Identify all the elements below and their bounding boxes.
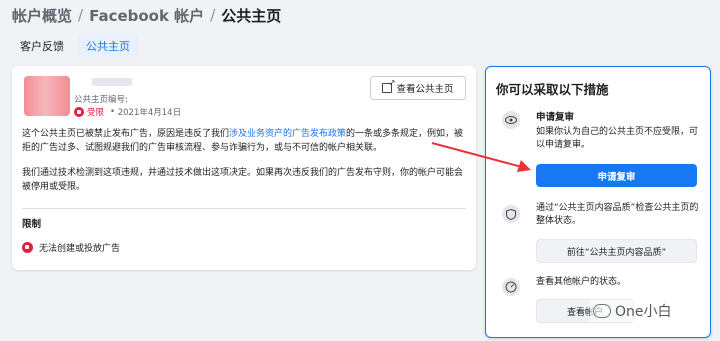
page-status-card: 公共主页编号: 受限 • 2021年4月14日 查看公共主页 这个公共主页已被禁… xyxy=(12,66,476,270)
eye-icon xyxy=(502,111,520,129)
breadcrumb-current-page: 公共主页 xyxy=(221,6,282,25)
chat-bubble-icon xyxy=(593,304,611,318)
breadcrumb-separator: / xyxy=(210,6,216,24)
gauge-icon xyxy=(502,278,520,296)
breadcrumb-facebook-account[interactable]: Facebook 帐户 xyxy=(89,5,204,26)
view-page-button-label: 查看公共主页 xyxy=(396,84,454,95)
violation-description: 这个公共主页已被禁止发布广告，原因是违反了我们涉及业务资产的广告发布政策的一条或… xyxy=(22,127,466,155)
tab-feedback[interactable]: 客户反馈 xyxy=(12,34,72,58)
page-name-redacted xyxy=(92,78,132,86)
status-bullet: • xyxy=(110,107,118,117)
appeal-heading: 申请复审 xyxy=(536,112,575,123)
violation-text-start: 这个公共主页已被禁止发布广告，原因是违反了我们 xyxy=(22,129,230,139)
page-id-label: 公共主页编号: xyxy=(74,95,128,105)
status-date: 2021年4月14日 xyxy=(117,108,182,118)
restricted-lock-icon xyxy=(74,107,84,117)
page-quality-button[interactable]: 前往“公共主页内容品质” xyxy=(536,239,697,263)
detection-notice: 我们通过技术检测到这项违规，并通过技术做出这项决定。如果再次违反我们的广告发布守… xyxy=(22,168,464,192)
watermark: One小白 xyxy=(590,300,675,322)
view-page-button[interactable]: 查看公共主页 xyxy=(370,76,466,100)
quality-description: 通过“公共主页内容品质”检查公共主页的整体状态。 xyxy=(536,203,699,226)
page-avatar xyxy=(24,76,70,116)
ad-policy-link[interactable]: 涉及业务资产的广告发布政策 xyxy=(229,129,346,139)
status-badge: 受限 xyxy=(87,108,105,118)
breadcrumb: 帐户概览 / Facebook 帐户 / 公共主页 xyxy=(12,4,281,26)
divider xyxy=(22,208,466,209)
breadcrumb-account-overview[interactable]: 帐户概览 xyxy=(12,5,72,26)
page-status-line: 受限 • 2021年4月14日 xyxy=(74,106,181,118)
tab-bar: 客户反馈 公共主页 xyxy=(12,34,138,58)
shield-icon xyxy=(502,205,520,223)
external-link-icon xyxy=(382,78,395,93)
actions-card: 你可以采取以下措施 申请复审 如果你认为自己的公共主页不应受限，可以申请复审。 … xyxy=(485,66,711,338)
restriction-item: 无法创建或投放广告 xyxy=(22,241,120,254)
restricted-lock-icon xyxy=(22,242,33,253)
request-review-button[interactable]: 申请复审 xyxy=(536,164,697,187)
breadcrumb-separator: / xyxy=(78,6,84,24)
restrictions-heading: 限制 xyxy=(22,219,42,230)
restriction-item-label: 无法创建或投放广告 xyxy=(39,244,121,254)
appeal-description: 如果你认为自己的公共主页不应受限，可以申请复审。 xyxy=(536,127,699,150)
tab-public-page[interactable]: 公共主页 xyxy=(78,34,138,58)
actions-title: 你可以采取以下措施 xyxy=(496,82,609,97)
watermark-text: One小白 xyxy=(615,304,672,320)
other-accounts-description: 查看其他帐户的状态。 xyxy=(536,277,627,287)
